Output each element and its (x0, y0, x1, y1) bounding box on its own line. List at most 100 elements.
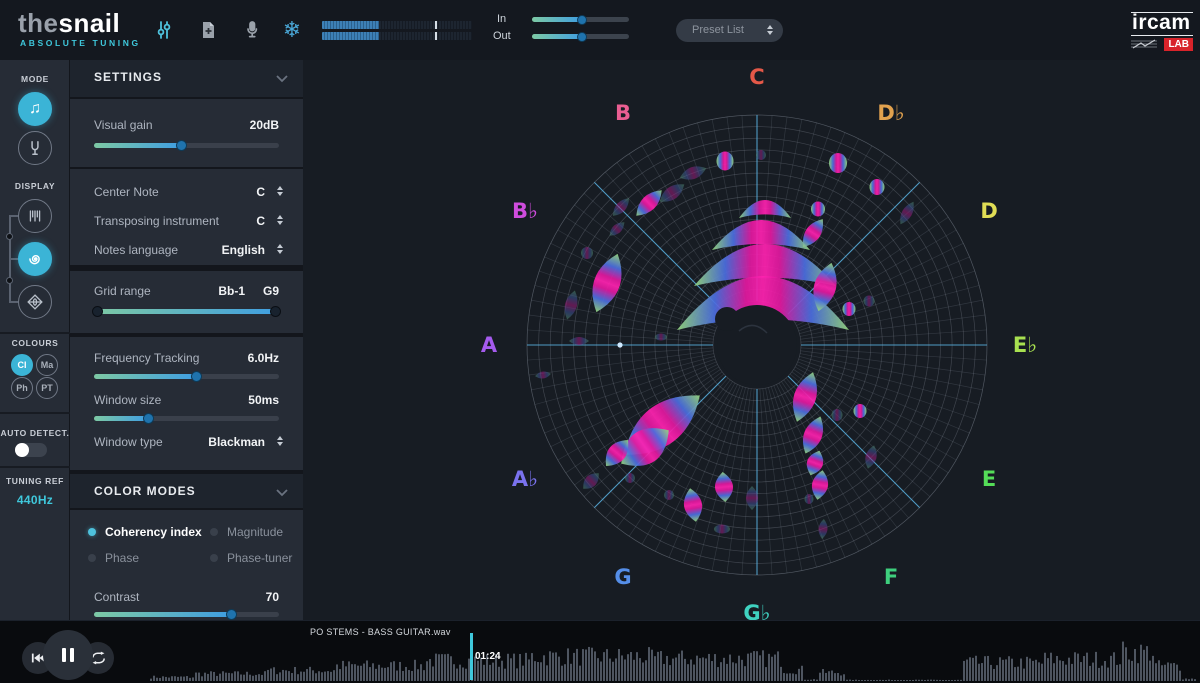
colour-pt-button[interactable]: PT (36, 377, 58, 399)
grid-range-low: Bb-1 (218, 284, 245, 298)
slider-knob[interactable] (176, 140, 187, 151)
music-note-icon: ♫ (29, 100, 41, 118)
radio-dot (88, 554, 96, 562)
visual-gain-value: 20dB (250, 118, 279, 132)
snail-blob (896, 199, 918, 227)
snail-blob (829, 153, 847, 173)
radio-label: Coherency index (105, 525, 202, 539)
slider-knob[interactable] (191, 371, 202, 382)
preset-list-dropdown[interactable]: Preset List (676, 19, 783, 42)
transposing-label: Transposing instrument (94, 214, 219, 228)
connector-dot (6, 277, 13, 284)
slider-knob[interactable] (226, 609, 237, 620)
mode-music-button[interactable]: ♫ (18, 92, 52, 126)
contrast-slider[interactable] (94, 612, 279, 617)
logo-subtitle: ABSOLUTE TUNING (20, 38, 141, 48)
preset-stepper-icon (767, 25, 773, 35)
snail-blob (739, 200, 791, 218)
colour-ma-button[interactable]: Ma (36, 354, 58, 376)
snail-blob (864, 296, 875, 307)
radio-label: Magnitude (227, 525, 283, 539)
snail-spiral-icon (24, 248, 46, 270)
pause-button[interactable] (43, 630, 93, 680)
note-label-A: A (481, 333, 498, 357)
center-note-stepper[interactable] (277, 186, 283, 196)
slider-knob[interactable] (577, 32, 587, 42)
mode-tuning-fork-button[interactable] (18, 131, 52, 165)
notes-language-label: Notes language (94, 243, 178, 257)
slider-fill (94, 416, 148, 421)
piano-icon (25, 206, 45, 226)
radio-dot (210, 528, 218, 536)
snail-blob (535, 370, 552, 379)
notes-language-value: English (222, 243, 265, 257)
file-add-icon[interactable] (194, 16, 222, 44)
radio-coherency-index[interactable]: Coherency index (88, 525, 202, 539)
note-label-E♭: E♭ (1013, 333, 1037, 357)
note-label-D♭: D♭ (877, 101, 904, 125)
slider-fill (94, 612, 231, 617)
freq-tracking-slider[interactable] (94, 374, 279, 379)
snowflake-icon[interactable]: ❄ (278, 16, 306, 44)
contrast-value: 70 (266, 590, 279, 604)
display-piano-button[interactable] (18, 199, 52, 233)
colour-ci-button[interactable]: CI (11, 354, 33, 376)
logo-snail: snail (59, 8, 121, 38)
microphone-icon[interactable] (238, 16, 266, 44)
tuning-ref-label: TUNING REF (0, 476, 70, 486)
snail-blob (569, 337, 589, 345)
radio-label: Phase-tuner (227, 551, 292, 565)
note-settings-section: Center Note C Transposing instrument C N… (70, 169, 303, 265)
window-size-slider[interactable] (94, 416, 279, 421)
divider (0, 412, 70, 414)
waveform[interactable] (0, 637, 1200, 681)
level-meter-right (322, 32, 472, 40)
window-size-label: Window size (94, 393, 161, 407)
snail-blob (581, 247, 593, 259)
snail-blob (832, 409, 843, 421)
ircam-lab-logo: ircam LAB (1131, 12, 1193, 36)
range-knob-low[interactable] (92, 306, 103, 317)
slider-knob[interactable] (577, 15, 587, 25)
grid-range-slider[interactable] (94, 309, 279, 314)
color-modes-header[interactable]: COLOR MODES (70, 474, 303, 508)
pause-icon (61, 647, 75, 663)
transposing-stepper[interactable] (277, 215, 283, 225)
range-knob-high[interactable] (270, 306, 281, 317)
snail-blob (625, 473, 635, 483)
input-gain-slider[interactable] (532, 17, 629, 22)
colour-ph-button[interactable]: Ph (11, 377, 33, 399)
playhead[interactable]: 01:24 (470, 633, 473, 680)
slider-knob[interactable] (143, 413, 154, 424)
window-type-stepper[interactable] (277, 436, 283, 446)
note-label-A♭: A♭ (512, 467, 538, 491)
colours-section-label: COLOURS (0, 338, 70, 348)
display-section-label: DISPLAY (0, 181, 70, 191)
settings-header[interactable]: SETTINGS (70, 60, 303, 97)
display-tuner-button[interactable] (18, 285, 52, 319)
mode-section-label: MODE (0, 74, 70, 84)
radio-phase[interactable]: Phase (88, 551, 139, 565)
snail-visualization: CD♭DE♭EFG♭GA♭AB♭B (303, 60, 1200, 620)
radio-phase-tuner[interactable]: Phase-tuner (210, 551, 292, 565)
auto-detect-toggle[interactable] (15, 443, 47, 457)
tuning-ref-value[interactable]: 440Hz (0, 493, 70, 507)
output-gain-slider[interactable] (532, 34, 629, 39)
window-size-value: 50ms (248, 393, 279, 407)
connector-stub (9, 215, 18, 217)
radio-magnitude[interactable]: Magnitude (210, 525, 283, 539)
color-modes-header-title: COLOR MODES (94, 484, 196, 498)
grid-range-label: Grid range (94, 284, 151, 298)
freq-tracking-value: 6.0Hz (248, 351, 279, 365)
analysis-section: Frequency Tracking 6.0Hz Window size 50m… (70, 337, 303, 470)
playhead-time: 01:24 (475, 651, 501, 662)
meter-tick (435, 32, 437, 40)
slider-fill (532, 17, 582, 22)
snail-blob (811, 202, 825, 217)
snail-blob (655, 334, 667, 341)
divider (0, 466, 70, 468)
display-snail-button[interactable] (18, 242, 52, 276)
notes-language-stepper[interactable] (277, 244, 283, 254)
visual-gain-slider[interactable] (94, 143, 279, 148)
mixer-icon[interactable] (150, 16, 178, 44)
